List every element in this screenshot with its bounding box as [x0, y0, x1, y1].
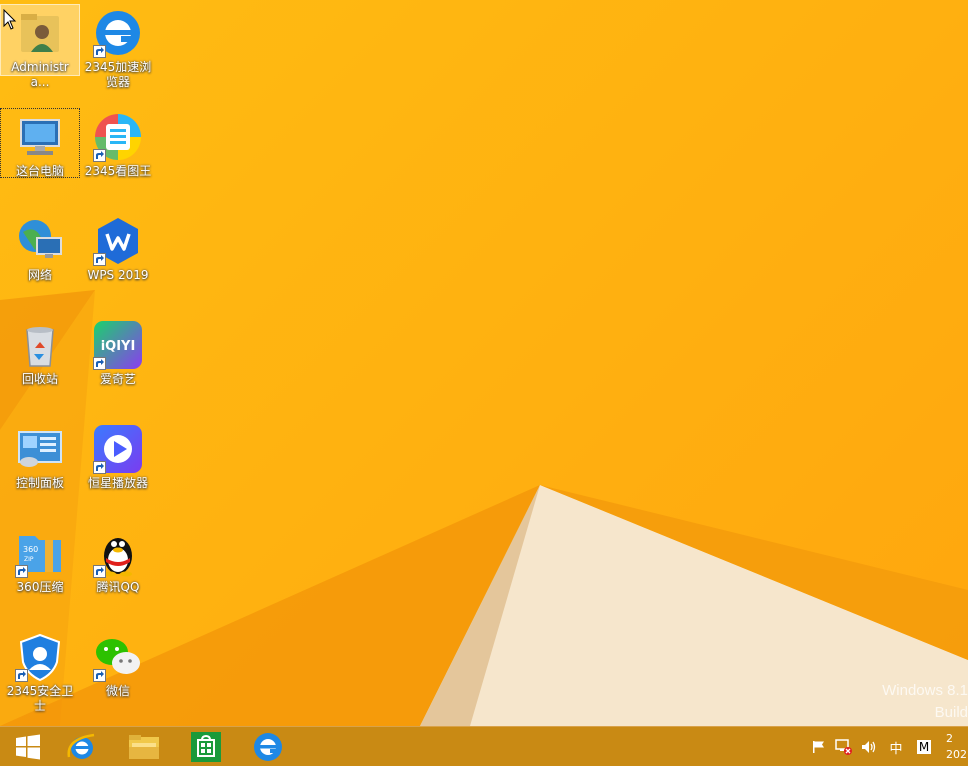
desktop-icon-label: WPS 2019 — [87, 268, 149, 282]
shortcut-arrow-icon — [93, 253, 106, 266]
desktop-icon-label: 爱奇艺 — [99, 372, 136, 386]
speaker-icon — [862, 741, 876, 753]
desktop-icon-qq[interactable]: 腾讯QQ — [79, 525, 157, 595]
desktop-icon-label: 这台电脑 — [15, 164, 64, 178]
desktop-icon-label: 恒星播放器 — [87, 476, 148, 490]
windows-version-watermark: Windows 8.1 Build — [858, 680, 968, 724]
image-viewer-icon — [93, 112, 143, 162]
zip-text-top: 360 — [23, 545, 38, 554]
desktop-icon-control-panel[interactable]: 控制面板 — [1, 421, 79, 491]
qq-penguin-icon — [93, 528, 143, 578]
watermark-line-2: Build — [934, 704, 968, 721]
wps-icon — [93, 216, 143, 266]
desktop-icon-label: 控制面板 — [15, 476, 64, 490]
network-disconnected-icon — [835, 739, 852, 755]
zip-archive-icon: 360 ZIP — [15, 528, 65, 578]
shield-icon — [15, 632, 65, 682]
computer-icon — [15, 112, 65, 162]
shortcut-arrow-icon — [15, 565, 28, 578]
desktop-icon-label: 2345加速浏览器 — [84, 60, 152, 89]
taskbar-store[interactable] — [178, 727, 234, 767]
iqiyi-logo-text: iQIYI — [101, 339, 136, 354]
desktop-icon-label: 网络 — [27, 268, 52, 282]
ime-language-label: 中 — [889, 741, 903, 757]
clock-time: 2 — [946, 732, 953, 745]
desktop-icon-label: 腾讯QQ — [96, 580, 140, 594]
desktop-icon-label: 2345看图王 — [84, 164, 152, 178]
watermark-line-1: Windows 8.1 — [882, 682, 968, 699]
shortcut-arrow-icon — [93, 461, 106, 474]
desktop-icon-360zip[interactable]: 360 ZIP 360压缩 — [1, 525, 79, 595]
desktop-icon-wechat[interactable]: 微信 — [79, 629, 157, 699]
tray-volume[interactable] — [858, 727, 880, 767]
ime-mode-label: M — [916, 740, 932, 754]
start-button[interactable] — [0, 727, 56, 767]
tray-ime-mode[interactable]: M — [912, 727, 936, 767]
desktop-icon-2345-image-viewer[interactable]: 2345看图王 — [79, 109, 157, 179]
shortcut-arrow-icon — [93, 149, 106, 162]
shortcut-arrow-icon — [93, 45, 106, 58]
shortcut-arrow-icon — [93, 669, 106, 682]
desktop-icon-wps[interactable]: WPS 2019 — [79, 213, 157, 283]
mouse-cursor-icon — [3, 9, 17, 30]
desktop-icon-network[interactable]: 网络 — [1, 213, 79, 283]
desktop-icon-2345-browser[interactable]: 2345加速浏览器 — [79, 5, 157, 90]
browser-e-icon — [93, 8, 143, 58]
desktop-icon-label: 360压缩 — [16, 580, 64, 594]
flag-icon — [813, 741, 824, 753]
windows-logo-icon — [16, 734, 40, 760]
desktop-icon-iqiyi[interactable]: iQIYI 爱奇艺 — [79, 317, 157, 387]
video-player-icon — [93, 424, 143, 474]
control-panel-icon — [15, 424, 65, 474]
taskbar-file-explorer[interactable] — [116, 727, 172, 767]
shortcut-arrow-icon — [93, 357, 106, 370]
iqiyi-icon: iQIYI — [93, 320, 143, 370]
desktop-icon-label: 微信 — [105, 684, 130, 698]
wechat-icon — [93, 632, 143, 682]
tray-clock[interactable]: 2 202 — [946, 727, 968, 767]
desktop-icon-2345-security[interactable]: 2345安全卫士 — [1, 629, 79, 714]
clock-date: 202 — [946, 748, 967, 761]
desktop-icon-recycle-bin[interactable]: 回收站 — [1, 317, 79, 387]
taskbar: 中 M 2 202 — [0, 726, 968, 766]
internet-explorer-icon — [67, 733, 95, 759]
taskbar-2345-browser[interactable] — [240, 727, 296, 767]
network-icon — [15, 216, 65, 266]
tray-ime-language[interactable]: 中 — [884, 727, 908, 767]
tray-action-center[interactable] — [808, 727, 830, 767]
desktop-icon-label: 2345安全卫士 — [6, 684, 74, 713]
tray-network[interactable] — [832, 727, 856, 767]
user-folder-icon — [15, 8, 65, 58]
browser-e-icon — [254, 733, 282, 761]
desktop-icon-this-pc[interactable]: 这台电脑 — [0, 108, 80, 178]
store-icon — [191, 732, 221, 762]
desktop[interactable]: Administra... 这台电脑 网络 回收站 控制面板 360 ZIP 36… — [0, 0, 968, 726]
folder-icon — [129, 735, 159, 759]
zip-text-bottom: ZIP — [24, 556, 34, 563]
taskbar-internet-explorer[interactable] — [54, 727, 110, 767]
desktop-icon-label: Administra... — [11, 60, 69, 89]
desktop-icon-label: 回收站 — [21, 372, 58, 386]
shortcut-arrow-icon — [93, 565, 106, 578]
recycle-bin-icon — [15, 320, 65, 370]
shortcut-arrow-icon — [15, 669, 28, 682]
desktop-icon-hengxing-player[interactable]: 恒星播放器 — [79, 421, 157, 491]
